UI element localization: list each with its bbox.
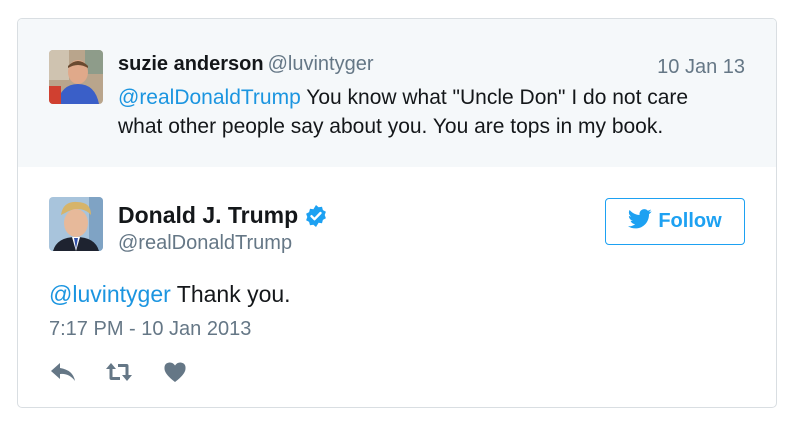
author-handle[interactable]: @realDonaldTrump xyxy=(118,232,292,255)
follow-button[interactable]: Follow xyxy=(605,198,745,245)
retweet-icon[interactable] xyxy=(105,360,133,384)
quoted-author[interactable]: suzie anderson @luvintyger xyxy=(118,53,374,76)
quoted-text: @realDonaldTrump You know what "Uncle Do… xyxy=(118,83,738,141)
tweet-mention-link[interactable]: @luvintyger xyxy=(49,281,171,307)
quoted-mention-link[interactable]: @realDonaldTrump xyxy=(118,86,301,109)
quoted-date[interactable]: 10 Jan 13 xyxy=(657,56,745,79)
quoted-tweet[interactable]: suzie anderson @luvintyger 10 Jan 13 @rea… xyxy=(18,19,776,167)
twitter-bird-icon xyxy=(628,208,652,235)
tweet-card: suzie anderson @luvintyger 10 Jan 13 @rea… xyxy=(17,18,777,408)
tweet-timestamp[interactable]: 7:17 PM - 10 Jan 2013 xyxy=(49,318,251,341)
quoted-author-name[interactable]: suzie anderson xyxy=(118,53,264,75)
verified-badge-icon xyxy=(304,204,328,228)
tweet-body: Thank you. xyxy=(170,281,291,307)
trump-avatar[interactable] xyxy=(49,197,103,251)
heart-icon[interactable] xyxy=(161,360,189,384)
tweet-actions xyxy=(49,360,189,384)
suzie-avatar[interactable] xyxy=(49,50,103,104)
quoted-author-handle[interactable]: @luvintyger xyxy=(268,53,374,75)
author[interactable]: Donald J. Trump xyxy=(118,202,328,229)
author-name[interactable]: Donald J. Trump xyxy=(118,202,298,229)
tweet-text: @luvintyger Thank you. xyxy=(49,281,291,308)
follow-label: Follow xyxy=(658,210,722,232)
reply-icon[interactable] xyxy=(49,360,77,384)
